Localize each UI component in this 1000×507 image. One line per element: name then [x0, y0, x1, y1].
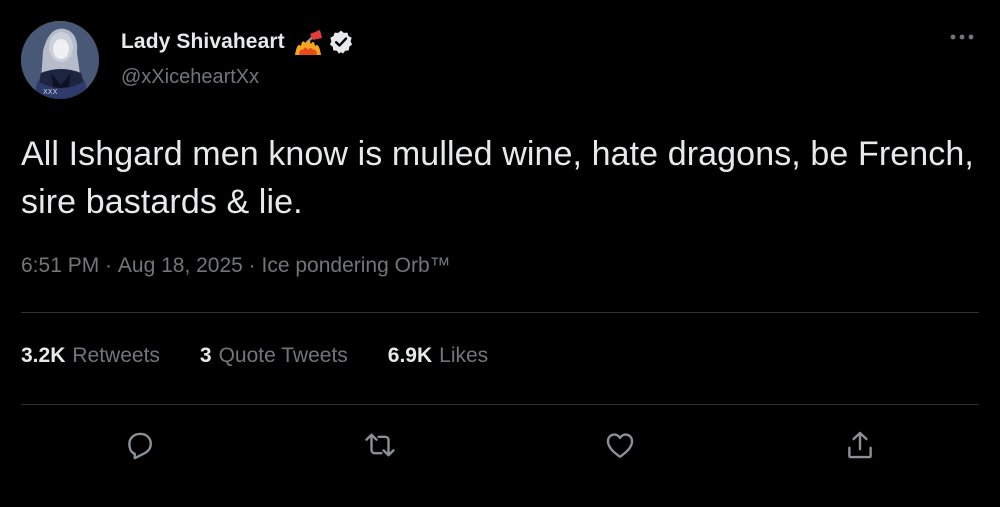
verified-badge-icon [328, 29, 354, 55]
tweet-meta: 6:51 PM · Aug 18, 2025 · Ice pondering O… [21, 254, 451, 278]
like-icon [606, 433, 634, 458]
likes-count: 6.9K [387, 344, 433, 367]
retweet-icon [365, 433, 395, 457]
quote-tweets-label: Quote Tweets [218, 344, 348, 367]
tweet-text: All Ishgard men know is mulled wine, hat… [21, 135, 974, 221]
svg-text:XXX: XXX [43, 88, 58, 96]
meta-separator: · [242, 254, 262, 277]
tweet-actions [0, 425, 1000, 465]
likes-label: Likes [439, 344, 489, 367]
avatar[interactable]: XXX [21, 21, 99, 99]
share-button[interactable] [840, 425, 880, 465]
divider [21, 404, 979, 405]
flag-on-fire-icon [293, 28, 325, 56]
tweet-source: Ice pondering Orb™ [261, 254, 451, 277]
likes-stat[interactable]: 6.9K Likes [388, 344, 488, 368]
tweet-date[interactable]: Aug 18, 2025 [118, 254, 243, 278]
retweets-count: 3.2K [21, 344, 66, 367]
display-name[interactable]: Lady Shivaheart [121, 30, 285, 54]
avatar-portrait: XXX [21, 21, 99, 99]
tweet-stats: 3.2K Retweets 3 Quote Tweets 6.9K Likes [21, 344, 528, 368]
tweet-card: XXX Lady Shivaheart @xXiceheartXx All Is… [0, 0, 1000, 507]
author-row: Lady Shivaheart [121, 26, 354, 58]
quote-tweets-count: 3 [199, 344, 212, 367]
tweet-time[interactable]: 6:51 PM [21, 254, 99, 278]
author-handle[interactable]: @xXiceheartXx [121, 66, 259, 89]
retweet-button[interactable] [360, 425, 400, 465]
reply-button[interactable] [120, 425, 160, 465]
share-icon [848, 431, 872, 459]
divider [21, 312, 979, 313]
reply-icon [128, 432, 152, 460]
retweets-label: Retweets [72, 344, 160, 367]
quote-tweets-stat[interactable]: 3 Quote Tweets [200, 344, 348, 368]
meta-separator: · [99, 254, 118, 277]
more-options-icon[interactable] [946, 26, 978, 48]
like-button[interactable] [600, 425, 640, 465]
retweets-stat[interactable]: 3.2K Retweets [21, 344, 160, 368]
